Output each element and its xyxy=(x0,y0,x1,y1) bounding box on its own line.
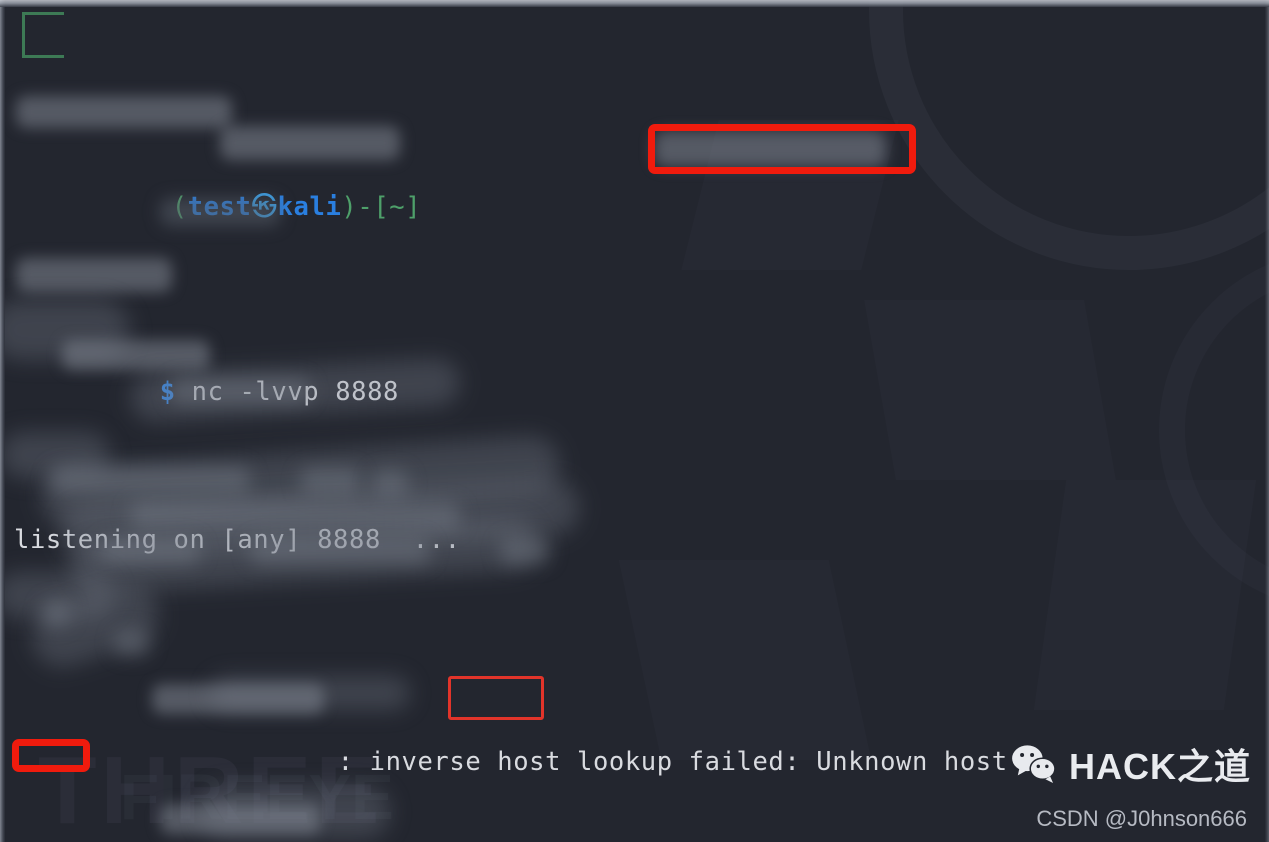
redaction-hostname-prompt-1 xyxy=(160,198,280,226)
csdn-credit: CSDN @J0hnson666 xyxy=(1036,806,1247,831)
output-inverse-lookup-text: : inverse host lookup failed: Unknown ho… xyxy=(337,747,1008,777)
kali-prompt-box-decoration xyxy=(22,12,64,58)
redaction-templates xyxy=(114,630,150,656)
window-right-edge xyxy=(1265,0,1269,842)
redaction-hostname xyxy=(16,96,232,128)
redaction-anaconda-name xyxy=(16,258,172,292)
wechat-logo-icon xyxy=(1011,744,1057,784)
brand-watermark: HACK之道 xyxy=(1011,738,1251,790)
prompt-path: [~] xyxy=(373,192,422,222)
prompt-host: kali xyxy=(277,192,342,222)
redaction-connect-ip xyxy=(220,126,400,160)
terminal-window[interactable]: THREE FIREEYE (test㉿kali)-[~] $ nc -lvvp… xyxy=(0,0,1269,842)
smudge-prompt-2 xyxy=(210,676,410,710)
smudge-prompt-3 xyxy=(200,786,390,838)
redaction-rpm-3a xyxy=(100,538,200,564)
window-left-edge xyxy=(0,0,5,842)
redaction-source-ip xyxy=(654,131,886,167)
brand-name: HACK之道 xyxy=(1069,746,1251,787)
terminal-output[interactable]: (test㉿kali)-[~] $ nc -lvvp 8888 listenin… xyxy=(14,4,1116,842)
redaction-initial-setup xyxy=(170,378,310,404)
paren-close: )- xyxy=(341,192,374,222)
window-top-edge xyxy=(0,0,1269,7)
kali-prompt-line: (test㉿kali)-[~] xyxy=(14,152,1116,222)
redaction-rpm-3b xyxy=(250,538,430,564)
redaction-rpm-3c xyxy=(500,538,550,564)
redaction-downloads xyxy=(62,340,210,370)
redaction-rpm-1a xyxy=(50,466,250,494)
